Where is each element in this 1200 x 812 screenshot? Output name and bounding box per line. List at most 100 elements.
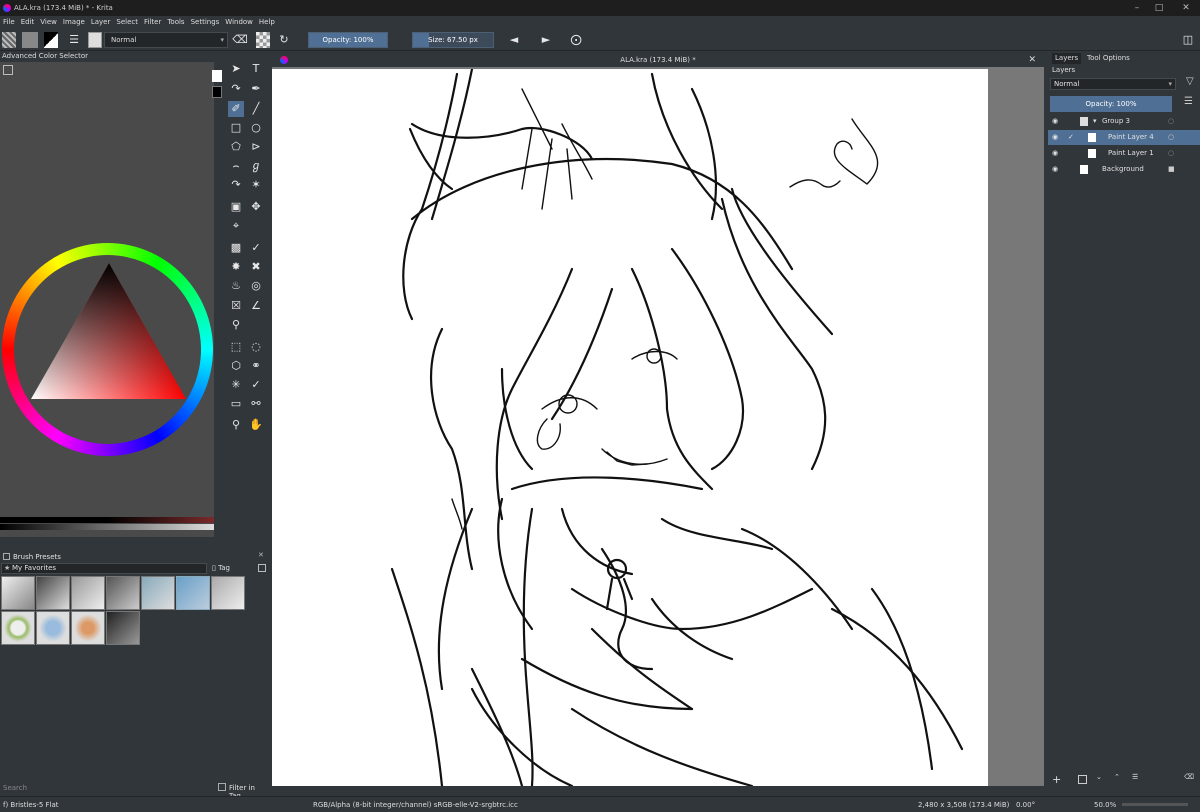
menu-help[interactable]: Help [256, 16, 278, 26]
eraser-icon[interactable]: ⌫ [232, 32, 248, 48]
document-canvas[interactable] [272, 67, 988, 788]
polygon-tool-icon[interactable]: ⬠ [228, 139, 244, 155]
zoom-slider[interactable] [1122, 803, 1188, 806]
polyline-tool-icon[interactable]: ⊳ [248, 139, 264, 155]
freehand-brush-icon[interactable]: ✐ [228, 101, 244, 117]
add-layer-icon[interactable]: + [1052, 773, 1061, 786]
brush-size-slider[interactable]: Size: 67.50 px [412, 32, 494, 48]
value-bar[interactable] [0, 524, 214, 530]
layer-options-icon[interactable]: ☰ [1184, 96, 1193, 107]
zoom-tool-icon[interactable]: ⚲ [228, 417, 244, 433]
bezier-tool-icon[interactable]: ⌢ [228, 158, 244, 174]
layer-opacity-slider[interactable]: Opacity: 100% [1050, 96, 1172, 112]
crop-tool-icon[interactable]: ⌖ [228, 218, 244, 234]
freehand-select-icon[interactable]: ⚭ [248, 358, 264, 374]
favorites-select[interactable]: ★ My Favorites [1, 563, 207, 574]
rotation-value[interactable]: 0.00° [1016, 801, 1035, 809]
dynamic-brush-icon[interactable]: ↷ [228, 177, 244, 193]
minimize-icon[interactable]: – [1127, 2, 1147, 14]
assistant-tool-icon[interactable]: ☒ [228, 298, 244, 314]
delete-layer-icon[interactable]: ⌫ [1184, 773, 1194, 781]
layer-row[interactable]: ◉ ▾ Group 3 ○ [1048, 114, 1200, 129]
edit-shapes-icon[interactable]: ↷ [228, 81, 244, 97]
mirror-horizontal-icon[interactable]: ◄ [506, 32, 522, 48]
layer-row[interactable]: ◉ Paint Layer 1 ○ [1048, 146, 1200, 161]
lock-icon[interactable]: ○ [1168, 130, 1174, 145]
layer-row-selected[interactable]: ◉ ✓ Paint Layer 4 ○ [1048, 130, 1200, 145]
polygon-select-icon[interactable]: ⬡ [228, 358, 244, 374]
reload-preset-icon[interactable]: ↻ [276, 32, 292, 48]
magnetic-select-icon[interactable]: ⚯ [248, 396, 264, 412]
preset-marker-icon[interactable] [106, 576, 140, 610]
pan-tool-icon[interactable]: ✋ [248, 417, 264, 433]
maximize-icon[interactable]: □ [1149, 2, 1169, 14]
lock-icon[interactable]: ○ [1168, 114, 1174, 129]
tab-tool-options[interactable]: Tool Options [1084, 53, 1133, 64]
menu-image[interactable]: Image [60, 16, 88, 26]
ellipse-tool-icon[interactable]: ○ [248, 120, 264, 136]
layer-properties-icon[interactable]: ☰ [1132, 773, 1138, 781]
gradient-selector[interactable] [2, 32, 16, 48]
rectangle-tool-icon[interactable]: □ [228, 120, 244, 136]
fg-bg-swatches[interactable] [212, 62, 224, 102]
preset-charcoal-icon[interactable] [106, 611, 140, 645]
selector-settings-icon[interactable] [3, 65, 13, 75]
wrap-around-icon[interactable]: ⨀ [568, 32, 584, 48]
rect-select-icon[interactable]: ⬚ [228, 339, 244, 355]
foreground-color-swatch[interactable] [212, 86, 222, 98]
duplicate-layer-icon[interactable] [1078, 775, 1087, 784]
preset-eraser-icon[interactable] [1, 576, 35, 610]
tab-layers[interactable]: Layers [1052, 53, 1082, 64]
preset-bristles-flat-icon[interactable] [176, 576, 210, 610]
enclose-fill-icon[interactable]: ◎ [248, 278, 264, 294]
visibility-eye-icon[interactable]: ◉ [1052, 146, 1058, 161]
pattern-selector[interactable] [22, 32, 38, 48]
move-up-icon[interactable]: ⌃ [1114, 773, 1120, 781]
preset-blender-icon[interactable] [211, 576, 245, 610]
visibility-eye-icon[interactable]: ◉ [1052, 130, 1058, 145]
menu-file[interactable]: File [0, 16, 18, 26]
color-triangle[interactable] [14, 255, 201, 444]
gradient-tool-icon[interactable]: ▩ [228, 240, 244, 256]
menu-settings[interactable]: Settings [188, 16, 223, 26]
preserve-alpha-icon[interactable] [256, 32, 270, 48]
preset-texture-icon[interactable] [1, 611, 35, 645]
brush-settings-icon[interactable]: ☰ [66, 32, 82, 48]
ellipse-select-icon[interactable]: ◌ [248, 339, 264, 355]
opacity-slider[interactable]: Opacity: 100% [308, 32, 388, 48]
fg-bg-color-swatch[interactable] [44, 32, 58, 48]
transform-tool-icon[interactable]: ▣ [228, 199, 244, 215]
text-tool-icon[interactable]: T [248, 61, 264, 77]
menu-select[interactable]: Select [113, 16, 141, 26]
bezier-select-icon[interactable]: ▭ [228, 396, 244, 412]
measure-tool-icon[interactable]: ∠ [248, 298, 264, 314]
zoom-value[interactable]: 50.0% [1094, 801, 1116, 809]
reference-images-icon[interactable]: ⚲ [228, 317, 244, 333]
document-tab[interactable]: ALA.kra (173.4 MiB) * ✕ [272, 53, 1044, 67]
menu-tools[interactable]: Tools [164, 16, 187, 26]
close-icon[interactable]: ✕ [258, 551, 264, 559]
layer-blend-mode-select[interactable]: Normal ▾ [1050, 78, 1176, 90]
move-tool-icon[interactable]: ✥ [248, 199, 264, 215]
canvas-area[interactable] [272, 67, 1044, 788]
brush-preset-chooser-icon[interactable] [88, 32, 102, 48]
fill-tool-icon[interactable]: ♨ [228, 278, 244, 294]
line-tool-icon[interactable]: ╱ [248, 101, 264, 117]
smart-patch-icon[interactable]: ✖ [248, 259, 264, 275]
locked-icon[interactable]: ■ [1168, 162, 1175, 177]
move-down-icon[interactable]: ⌄ [1096, 773, 1102, 781]
visibility-eye-icon[interactable]: ◉ [1052, 114, 1058, 129]
filter-layers-icon[interactable]: ▽ [1186, 76, 1194, 87]
menu-edit[interactable]: Edit [18, 16, 38, 26]
background-color-swatch[interactable] [212, 70, 222, 82]
filter-in-tag-checkbox[interactable] [218, 783, 226, 791]
select-shapes-icon[interactable]: ➤ [228, 61, 244, 77]
calligraphy-icon[interactable]: ✒ [248, 81, 264, 97]
similar-select-icon[interactable]: ✓ [248, 377, 264, 393]
tag-button[interactable]: ▯ Tag [212, 563, 240, 574]
layer-row[interactable]: ◉ Background ■ [1048, 162, 1200, 177]
search-input[interactable]: Search [3, 784, 27, 792]
mirror-vertical-icon[interactable]: ► [538, 32, 554, 48]
blend-mode-select[interactable]: Normal ▾ [104, 32, 228, 48]
menu-layer[interactable]: Layer [88, 16, 114, 26]
